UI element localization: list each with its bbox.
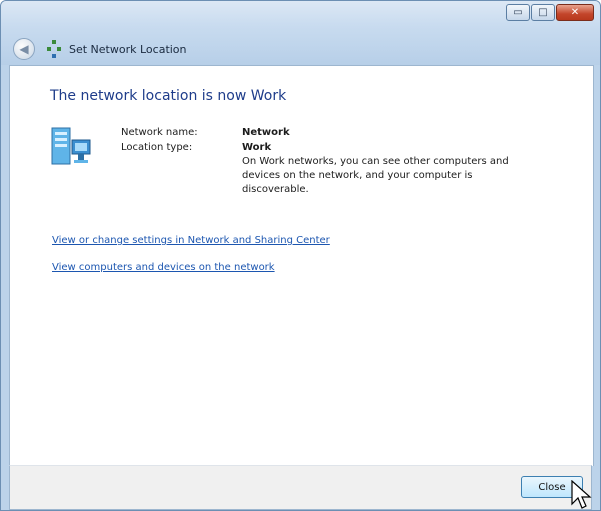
maximize-button[interactable]: □ <box>531 4 555 21</box>
network-icon <box>45 40 63 58</box>
network-sharing-center-link[interactable]: View or change settings in Network and S… <box>52 235 330 246</box>
detail-row: Network name: Network <box>121 125 290 140</box>
view-computers-link[interactable]: View computers and devices on the networ… <box>52 262 275 273</box>
network-name-label: Network name: <box>121 127 198 138</box>
content-pane: The network location is now Work Network… <box>9 65 594 466</box>
dialog-window: ▭ □ ✕ ◀ Set Network Location The network… <box>0 0 601 511</box>
close-window-button[interactable]: ✕ <box>556 4 594 21</box>
location-type-value: Work <box>242 142 272 153</box>
arrow-left-icon: ◀ <box>19 42 29 56</box>
location-description: On Work networks, you can see other comp… <box>242 156 509 195</box>
title-bar: ◀ Set Network Location <box>1 35 600 63</box>
page-title: The network location is now Work <box>50 88 287 104</box>
minimize-button[interactable]: ▭ <box>506 4 530 21</box>
window-title: Set Network Location <box>69 42 187 56</box>
back-button[interactable]: ◀ <box>13 38 35 60</box>
detail-row: Location type: Work <box>121 140 290 155</box>
window-controls: ▭ □ ✕ <box>505 4 594 21</box>
network-details: Network name: Network Location type: Wor… <box>121 125 290 155</box>
network-computers-icon <box>51 127 91 165</box>
mouse-cursor-icon <box>571 480 592 509</box>
location-type-label: Location type: <box>121 142 193 153</box>
network-name-value: Network <box>242 127 290 138</box>
dialog-footer: Close <box>9 465 592 510</box>
